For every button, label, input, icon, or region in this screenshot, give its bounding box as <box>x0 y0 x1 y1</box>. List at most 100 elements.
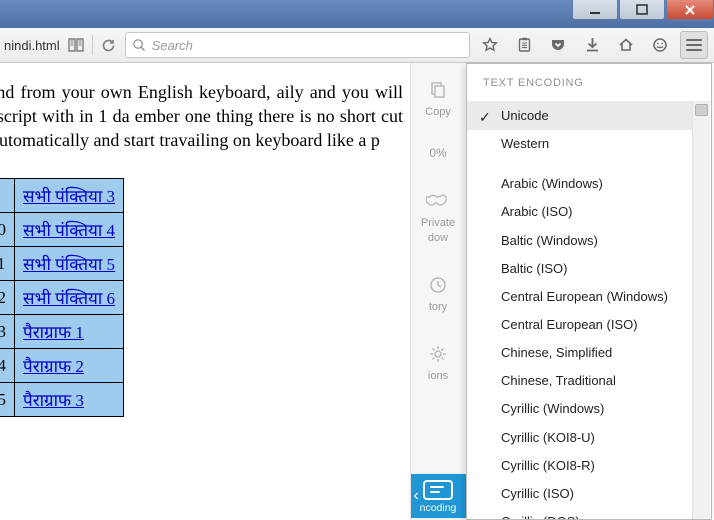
table-cell: पैराग्राफ 2 <box>15 349 124 383</box>
lesson-link[interactable]: पैराग्राफ 3 <box>23 391 84 410</box>
encoding-option[interactable]: ✓ Unicode <box>467 102 693 130</box>
table-row: 9 सभी पंक्तिया 3 <box>0 179 124 213</box>
browser-toolbar: nindi.html Search <box>0 28 714 63</box>
private-label-1: Private <box>421 217 455 229</box>
table-cell-number: 14 <box>0 349 15 383</box>
table-cell-number: 11 <box>0 247 15 281</box>
check-icon: ✓ <box>479 107 491 129</box>
table-row: ली पंक्ति12सभी पंक्तिया 6 <box>0 281 124 315</box>
encoding-option[interactable]: Central European (Windows) <box>467 283 693 311</box>
encoding-option[interactable]: Cyrillic (ISO) <box>467 480 693 508</box>
lesson-link[interactable]: सभी पंक्तिया 6 <box>23 289 115 308</box>
table-cell: सभी पंक्तिया 3 <box>15 179 124 213</box>
lesson-link[interactable]: सभी पंक्तिया 5 <box>23 255 115 274</box>
table-row: ली पंक्ति10सभी पंक्तिया 4 <box>0 213 124 247</box>
encoding-option-label: Arabic (ISO) <box>501 204 573 219</box>
bookmark-star-icon[interactable] <box>476 31 504 59</box>
encoding-option[interactable]: Chinese, Simplified <box>467 339 693 367</box>
encoding-option-label: Cyrillic (DOS) <box>501 514 580 519</box>
encoding-label: ncoding <box>420 502 457 514</box>
encoding-option[interactable]: Arabic (ISO) <box>467 198 693 226</box>
encoding-option-label: Baltic (ISO) <box>501 261 567 276</box>
hello-smile-icon[interactable] <box>646 31 674 59</box>
reload-button[interactable] <box>99 35 119 55</box>
encoding-panel-title: TEXT ENCODING <box>467 64 711 101</box>
toolbar-divider <box>92 35 93 55</box>
text-encoding-panel: TEXT ENCODING ✓ Unicode Western Arabic (Win… <box>466 63 712 520</box>
body-paragraph: g on-line and free and from your own Eng… <box>0 81 403 152</box>
encoding-option[interactable]: Western <box>467 130 693 158</box>
table-cell-number: 12 <box>0 281 15 315</box>
table-cell: पैराग्राफ 1 <box>15 315 124 349</box>
history-icon[interactable] <box>425 272 451 298</box>
encoding-option[interactable]: Cyrillic (DOS) <box>467 508 693 519</box>
encoding-icon <box>423 480 453 500</box>
search-placeholder: Search <box>152 38 193 53</box>
encoding-option-label: Baltic (Windows) <box>501 233 598 248</box>
lesson-link[interactable]: सभी पंक्तिया 3 <box>23 187 115 206</box>
private-window-icon[interactable] <box>425 188 451 214</box>
encoding-option[interactable]: Arabic (Windows) <box>467 170 693 198</box>
encoding-option-label: Cyrillic (KOI8-R) <box>501 458 595 473</box>
menu-panel-strip: Copy 0% Private dow tory ions ‹ ncoding <box>410 63 465 520</box>
encoding-option-label: Cyrillic (KOI8-U) <box>501 430 595 445</box>
encoding-option[interactable]: Chinese, Traditional <box>467 367 693 395</box>
zoom-level[interactable]: 0% <box>429 146 446 160</box>
encoding-option-label: Cyrillic (Windows) <box>501 401 604 416</box>
window-titlebar <box>0 0 714 28</box>
encoding-option-label: Chinese, Simplified <box>501 345 612 360</box>
encoding-option-label: Central European (Windows) <box>501 289 668 304</box>
table-cell: पैराग्राफ 3 <box>15 383 124 417</box>
encoding-option-label: Central European (ISO) <box>501 317 638 332</box>
lessons-table: 9सभी पंक्तिया 3ली पंक्ति10सभी पंक्तिया 4… <box>0 178 124 417</box>
table-row: ली पंक्ति14पैराग्राफ 2 <box>0 349 124 383</box>
lesson-link[interactable]: सभी पंक्तिया 4 <box>23 221 115 240</box>
download-icon[interactable] <box>578 31 606 59</box>
table-cell: सभी पंक्तिया 4 <box>15 213 124 247</box>
encoding-option-label: Western <box>501 136 549 151</box>
copy-label: Copy <box>425 106 451 118</box>
window-minimize-button[interactable] <box>572 0 618 20</box>
options-label: ions <box>428 370 448 382</box>
options-gear-icon[interactable] <box>425 341 451 367</box>
encoding-option-label: Arabic (Windows) <box>501 176 603 191</box>
lesson-link[interactable]: पैराग्राफ 2 <box>23 357 84 376</box>
menu-button[interactable] <box>680 31 708 59</box>
encoding-option[interactable]: Baltic (ISO) <box>467 255 693 283</box>
lesson-link[interactable]: पैराग्राफ 1 <box>23 323 84 342</box>
encoding-option[interactable]: Cyrillic (KOI8-R) <box>467 452 693 480</box>
table-cell-number: 9 <box>0 179 15 213</box>
table-row: 15 पैराग्राफ 3 <box>0 383 124 417</box>
search-input[interactable]: Search <box>125 32 470 58</box>
home-icon[interactable] <box>612 31 640 59</box>
copy-icon[interactable] <box>425 77 451 103</box>
encoding-option[interactable]: Cyrillic (Windows) <box>467 395 693 423</box>
url-fragment: nindi.html <box>0 38 60 53</box>
encoding-option[interactable]: Central European (ISO) <box>467 311 693 339</box>
encoding-menu-tile[interactable]: ‹ ncoding <box>411 474 466 518</box>
table-cell-number: 13 <box>0 315 15 349</box>
chevron-left-icon: ‹ <box>414 487 419 505</box>
encoding-option[interactable]: Baltic (Windows) <box>467 227 693 255</box>
reader-mode-icon[interactable] <box>66 35 86 55</box>
clipboard-icon[interactable] <box>510 31 538 59</box>
scrollbar[interactable] <box>692 102 710 519</box>
encoding-option-label: Chinese, Traditional <box>501 373 616 388</box>
encoding-option[interactable]: Cyrillic (KOI8-U) <box>467 424 693 452</box>
table-cell: सभी पंक्तिया 6 <box>15 281 124 315</box>
window-maximize-button[interactable] <box>619 0 665 20</box>
search-icon <box>132 38 146 52</box>
table-row: 13 पैराग्राफ 1 <box>0 315 124 349</box>
scrollbar-thumb[interactable] <box>695 104 708 116</box>
table-cell-number: 15 <box>0 383 15 417</box>
history-label: tory <box>429 301 447 313</box>
encoding-option-label: Unicode <box>501 108 549 123</box>
private-label-2: dow <box>428 232 448 244</box>
encoding-option-label: Cyrillic (ISO) <box>501 486 574 501</box>
window-close-button[interactable] <box>666 0 714 20</box>
table-cell: सभी पंक्तिया 5 <box>15 247 124 281</box>
table-cell-number: 10 <box>0 213 15 247</box>
pocket-icon[interactable] <box>544 31 572 59</box>
table-row: न11सभी पंक्तिया 5 <box>0 247 124 281</box>
encoding-list[interactable]: ✓ Unicode Western Arabic (Windows) Arabic (I… <box>467 101 711 519</box>
